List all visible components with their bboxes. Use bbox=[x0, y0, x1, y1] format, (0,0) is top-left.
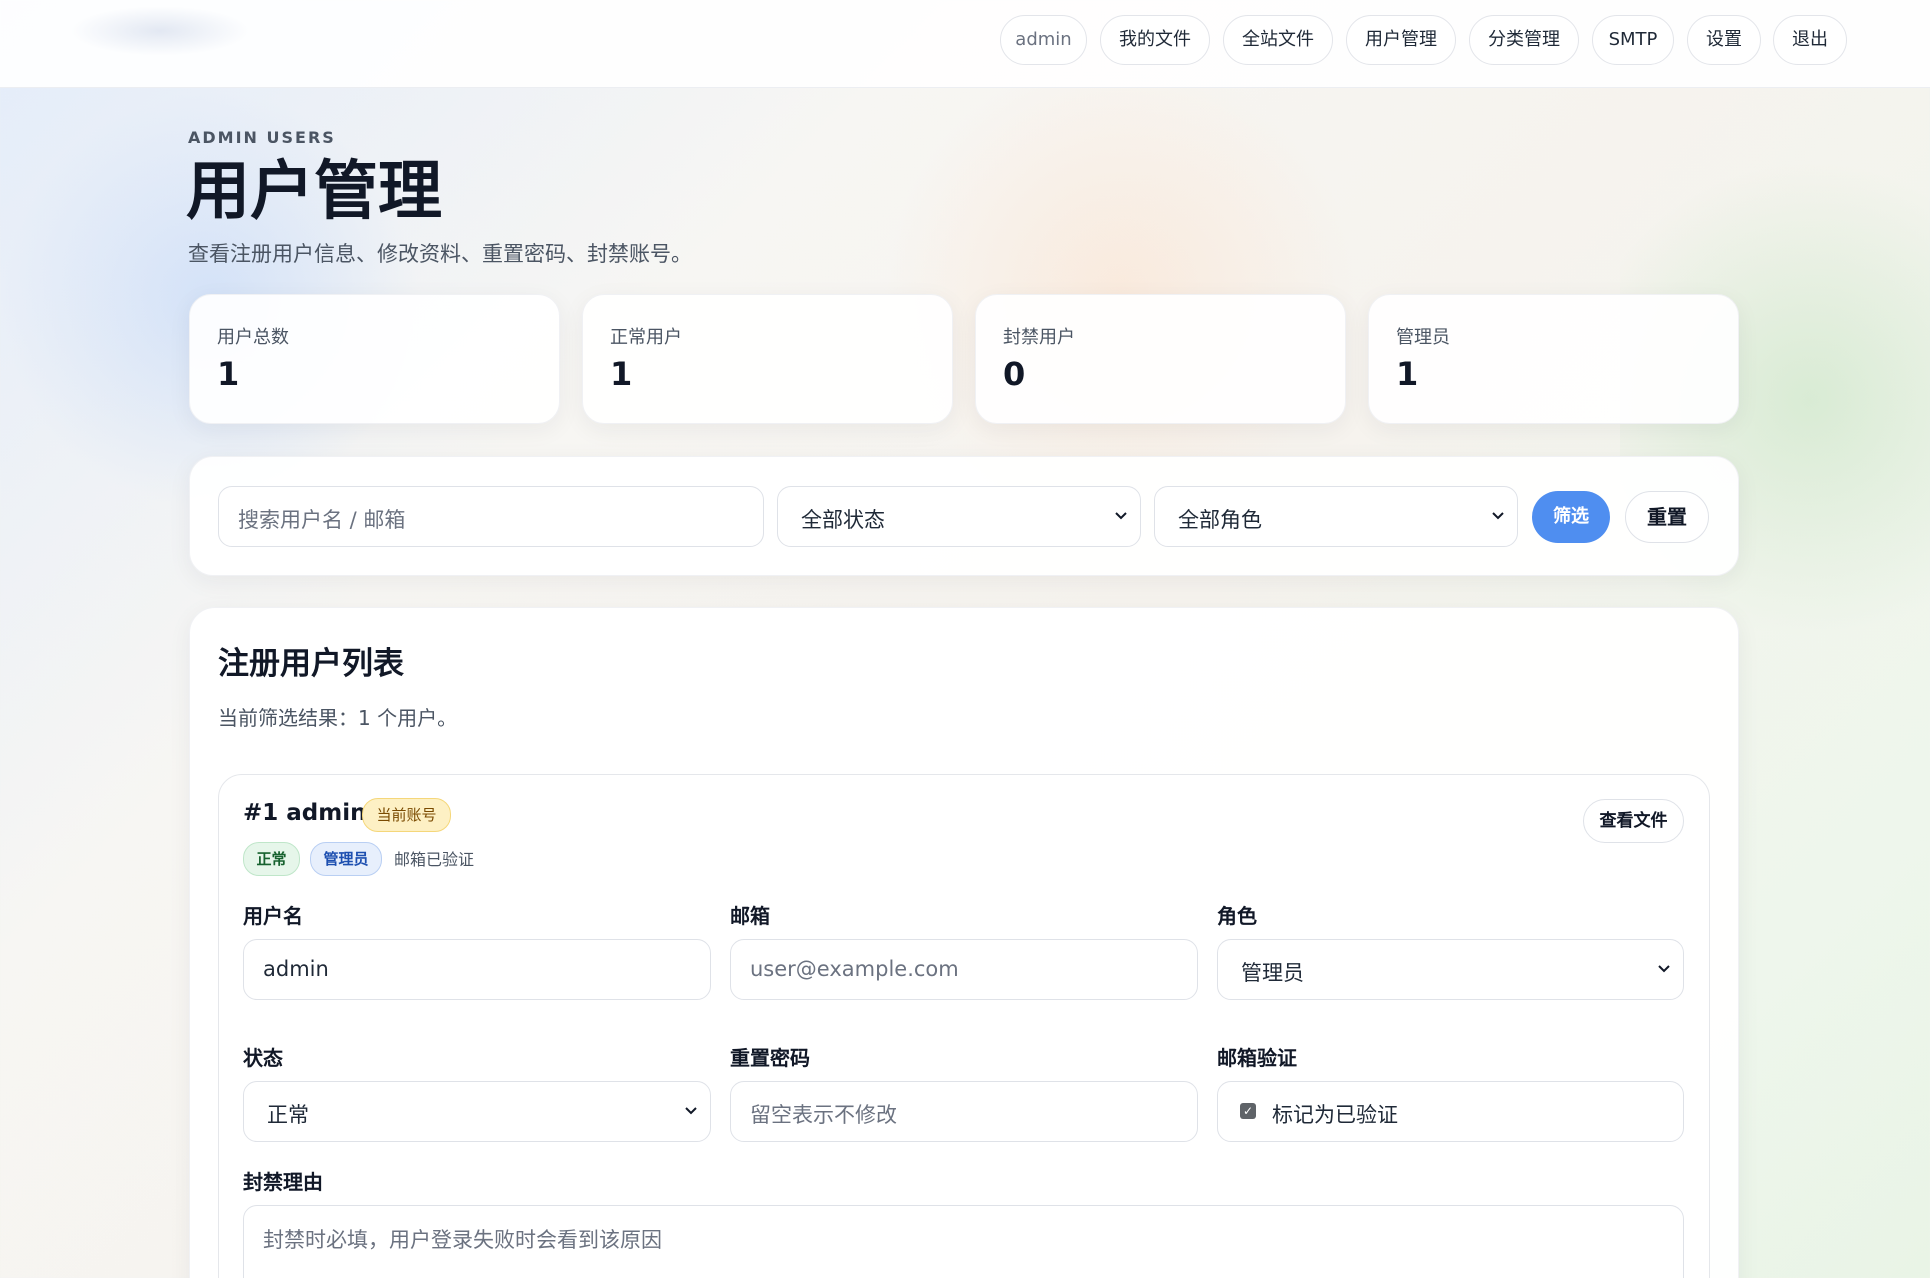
reset-password-input[interactable]: 留空表示不修改 bbox=[730, 1081, 1198, 1142]
ban-reason-textarea[interactable]: 封禁时必填，用户登录失败时会看到该原因 bbox=[243, 1205, 1684, 1278]
ban-reason-label: 封禁理由 bbox=[243, 1170, 323, 1194]
stat-value: 0 bbox=[1003, 355, 1026, 393]
ban-reason-placeholder: 封禁时必填，用户登录失败时会看到该原因 bbox=[263, 1228, 662, 1252]
top-navigation-bar: admin 我的文件 全站文件 用户管理 分类管理 SMTP 设置 退出 bbox=[0, 0, 1930, 88]
role-select[interactable]: 管理员 bbox=[1217, 939, 1684, 1000]
stat-card-banned-users: 封禁用户 0 bbox=[975, 294, 1346, 424]
status-label: 状态 bbox=[243, 1046, 283, 1070]
status-filter-value: 全部状态 bbox=[801, 508, 885, 532]
nav-user-management[interactable]: 用户管理 bbox=[1346, 15, 1456, 65]
stat-label: 正常用户 bbox=[610, 327, 682, 348]
nav-user-account[interactable]: admin bbox=[1000, 15, 1087, 65]
current-account-badge: 当前账号 bbox=[362, 798, 451, 832]
email-input[interactable]: user@example.com bbox=[730, 939, 1198, 1000]
chevron-down-icon bbox=[685, 1107, 697, 1115]
stat-label: 用户总数 bbox=[217, 327, 289, 348]
username-label: 用户名 bbox=[243, 904, 303, 928]
verify-checkbox-label: 标记为已验证 bbox=[1272, 1103, 1398, 1127]
role-filter-value: 全部角色 bbox=[1178, 508, 1262, 532]
logo-placeholder bbox=[70, 6, 250, 56]
role-value: 管理员 bbox=[1241, 961, 1304, 985]
status-badge: 正常 bbox=[243, 842, 300, 876]
stat-value: 1 bbox=[217, 355, 240, 393]
verified-checkbox[interactable]: ✓ bbox=[1240, 1103, 1256, 1119]
background-decoration bbox=[860, 80, 1380, 500]
status-select[interactable]: 正常 bbox=[243, 1081, 711, 1142]
status-value: 正常 bbox=[267, 1103, 309, 1127]
reset-button[interactable]: 重置 bbox=[1625, 491, 1709, 543]
email-placeholder: user@example.com bbox=[750, 957, 959, 981]
user-heading: #1 admin bbox=[243, 800, 367, 826]
page-eyebrow: ADMIN USERS bbox=[188, 128, 336, 147]
user-list-summary: 当前筛选结果：1 个用户。 bbox=[218, 706, 458, 730]
filter-button[interactable]: 筛选 bbox=[1532, 491, 1610, 543]
stat-card-active-users: 正常用户 1 bbox=[582, 294, 953, 424]
search-placeholder: 搜索用户名 / 邮箱 bbox=[238, 508, 406, 532]
stat-value: 1 bbox=[610, 355, 633, 393]
page-subtitle: 查看注册用户信息、修改资料、重置密码、封禁账号。 bbox=[188, 242, 692, 266]
password-placeholder: 留空表示不修改 bbox=[750, 1103, 897, 1127]
role-label: 角色 bbox=[1217, 904, 1257, 928]
reset-password-label: 重置密码 bbox=[730, 1046, 810, 1070]
username-value: admin bbox=[263, 957, 329, 981]
nav-all-files[interactable]: 全站文件 bbox=[1223, 15, 1333, 65]
nav-logout[interactable]: 退出 bbox=[1773, 15, 1847, 65]
nav-smtp[interactable]: SMTP bbox=[1592, 15, 1674, 65]
stat-card-total-users: 用户总数 1 bbox=[189, 294, 560, 424]
stat-label: 管理员 bbox=[1396, 327, 1450, 348]
chevron-down-icon bbox=[1658, 965, 1670, 973]
username-input[interactable]: admin bbox=[243, 939, 711, 1000]
stat-label: 封禁用户 bbox=[1003, 327, 1075, 348]
email-label: 邮箱 bbox=[730, 904, 770, 928]
nav-settings[interactable]: 设置 bbox=[1687, 15, 1761, 65]
search-input[interactable]: 搜索用户名 / 邮箱 bbox=[218, 486, 764, 547]
stat-card-admins: 管理员 1 bbox=[1368, 294, 1739, 424]
email-verification-box: 标记为已验证 bbox=[1217, 1081, 1684, 1142]
page-title: 用户管理 bbox=[186, 155, 442, 229]
stat-value: 1 bbox=[1396, 355, 1419, 393]
role-badge: 管理员 bbox=[310, 842, 382, 876]
status-filter-select[interactable]: 全部状态 bbox=[777, 486, 1141, 547]
chevron-down-icon bbox=[1492, 512, 1504, 520]
nav-my-files[interactable]: 我的文件 bbox=[1100, 15, 1210, 65]
email-verified-text: 邮箱已验证 bbox=[394, 850, 475, 869]
user-list-title: 注册用户列表 bbox=[218, 646, 404, 682]
nav-category-management[interactable]: 分类管理 bbox=[1469, 15, 1579, 65]
role-filter-select[interactable]: 全部角色 bbox=[1154, 486, 1518, 547]
email-verification-label: 邮箱验证 bbox=[1217, 1046, 1297, 1070]
chevron-down-icon bbox=[1115, 512, 1127, 520]
view-files-button[interactable]: 查看文件 bbox=[1583, 799, 1684, 843]
